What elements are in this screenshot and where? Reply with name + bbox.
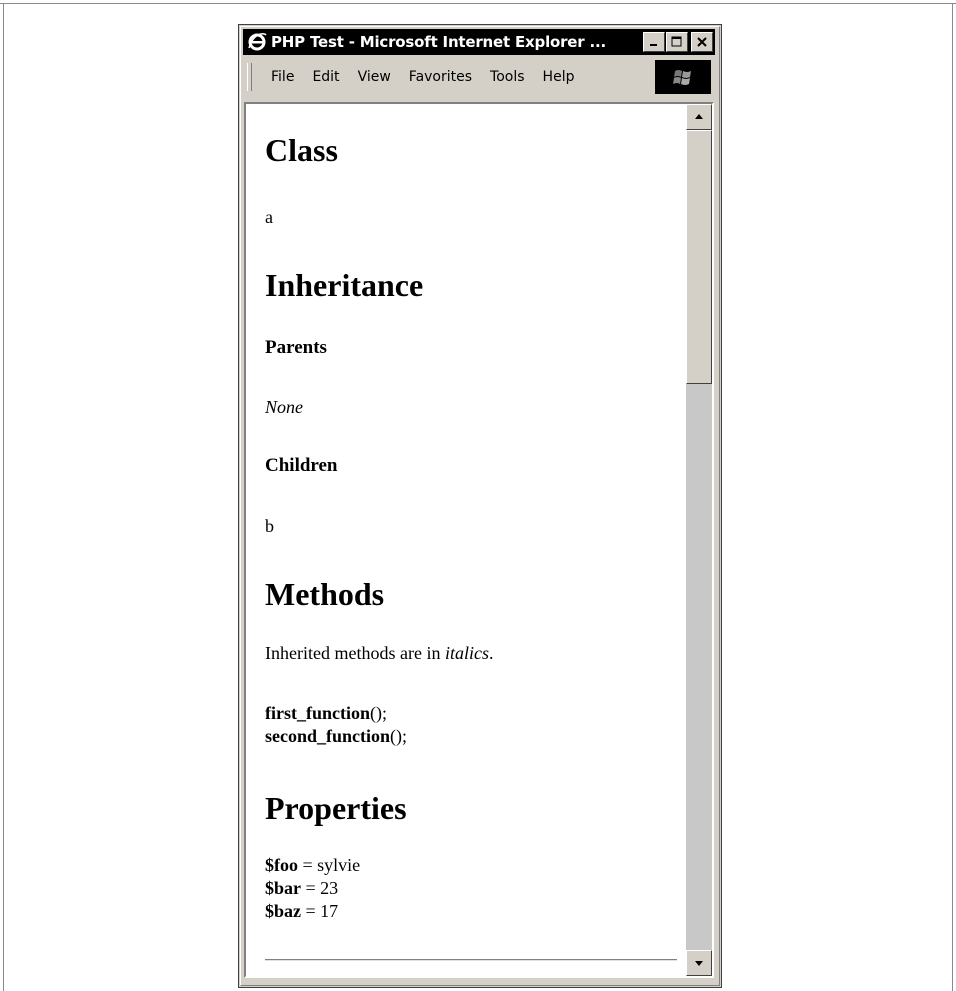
close-icon — [697, 37, 707, 47]
menu-bar: File Edit View Favorites Tools Help — [243, 58, 715, 96]
menu-tools[interactable]: Tools — [481, 69, 534, 85]
properties-list: $foo = sylvie $bar = 23 $baz = 17 — [265, 854, 360, 923]
window-title: PHP Test - Microsoft Internet Explorer .… — [271, 33, 606, 51]
outer-frame-right — [952, 3, 953, 991]
property-name: $foo — [265, 855, 298, 875]
method-suffix: (); — [370, 703, 387, 723]
property-separator: = — [301, 878, 321, 898]
internet-explorer-icon — [246, 31, 268, 53]
property-value: 17 — [320, 901, 339, 921]
properties-heading: Properties — [265, 790, 407, 826]
methods-list: first_function(); second_function(); — [265, 702, 407, 748]
parents-value: None — [265, 397, 303, 417]
methods-note-italics: italics — [444, 643, 489, 663]
class-heading: Class — [265, 132, 338, 168]
menu-view[interactable]: View — [349, 69, 400, 85]
outer-frame-left — [3, 3, 4, 991]
property-value: sylvie — [317, 855, 361, 875]
close-button[interactable] — [691, 32, 713, 52]
property-value: 23 — [320, 878, 339, 898]
methods-heading: Methods — [265, 576, 385, 612]
method-item: first_function(); — [265, 703, 387, 723]
class-name: a — [265, 207, 273, 227]
arrow-up-icon — [695, 114, 703, 119]
method-suffix: (); — [390, 726, 408, 746]
minimize-icon — [650, 44, 657, 46]
property-name: $baz — [265, 901, 301, 921]
page-content: Class a Inheritance Parents None Childre… — [246, 104, 686, 976]
menu-favorites[interactable]: Favorites — [400, 69, 481, 85]
property-item: $foo = sylvie — [265, 855, 360, 875]
children-heading: Children — [265, 455, 338, 476]
property-item: $baz = 17 — [265, 901, 338, 921]
property-separator: = — [301, 901, 321, 921]
methods-note-prefix: Inherited methods are in — [265, 643, 445, 663]
menu-file[interactable]: File — [262, 69, 303, 85]
children-value: b — [265, 516, 274, 536]
property-separator: = — [298, 855, 318, 875]
scroll-down-button[interactable] — [686, 950, 712, 976]
inheritance-heading: Inheritance — [265, 267, 424, 303]
methods-note: Inherited methods are in italics. — [265, 643, 493, 664]
windows-logo-icon — [655, 60, 711, 94]
title-bar[interactable]: PHP Test - Microsoft Internet Explorer .… — [243, 29, 715, 55]
scrollbar-thumb[interactable] — [686, 130, 712, 384]
browser-window: PHP Test - Microsoft Internet Explorer .… — [238, 24, 722, 988]
toolbar-grip[interactable] — [247, 63, 252, 91]
parents-heading: Parents — [265, 337, 327, 358]
minimize-button[interactable] — [643, 32, 665, 52]
maximize-icon — [671, 36, 682, 47]
scroll-up-button[interactable] — [686, 104, 712, 130]
maximize-button[interactable] — [666, 32, 688, 52]
arrow-down-icon — [695, 961, 703, 966]
vertical-scrollbar[interactable] — [686, 104, 712, 976]
menu-edit[interactable]: Edit — [303, 69, 348, 85]
methods-note-suffix: . — [488, 643, 494, 663]
method-name: second_function — [265, 726, 391, 746]
property-item: $bar = 23 — [265, 878, 338, 898]
menu-help[interactable]: Help — [534, 69, 584, 85]
horizontal-rule — [265, 959, 677, 961]
method-item: second_function(); — [265, 726, 407, 746]
method-name: first_function — [265, 703, 370, 723]
property-name: $bar — [265, 878, 301, 898]
outer-frame-top — [0, 3, 956, 4]
